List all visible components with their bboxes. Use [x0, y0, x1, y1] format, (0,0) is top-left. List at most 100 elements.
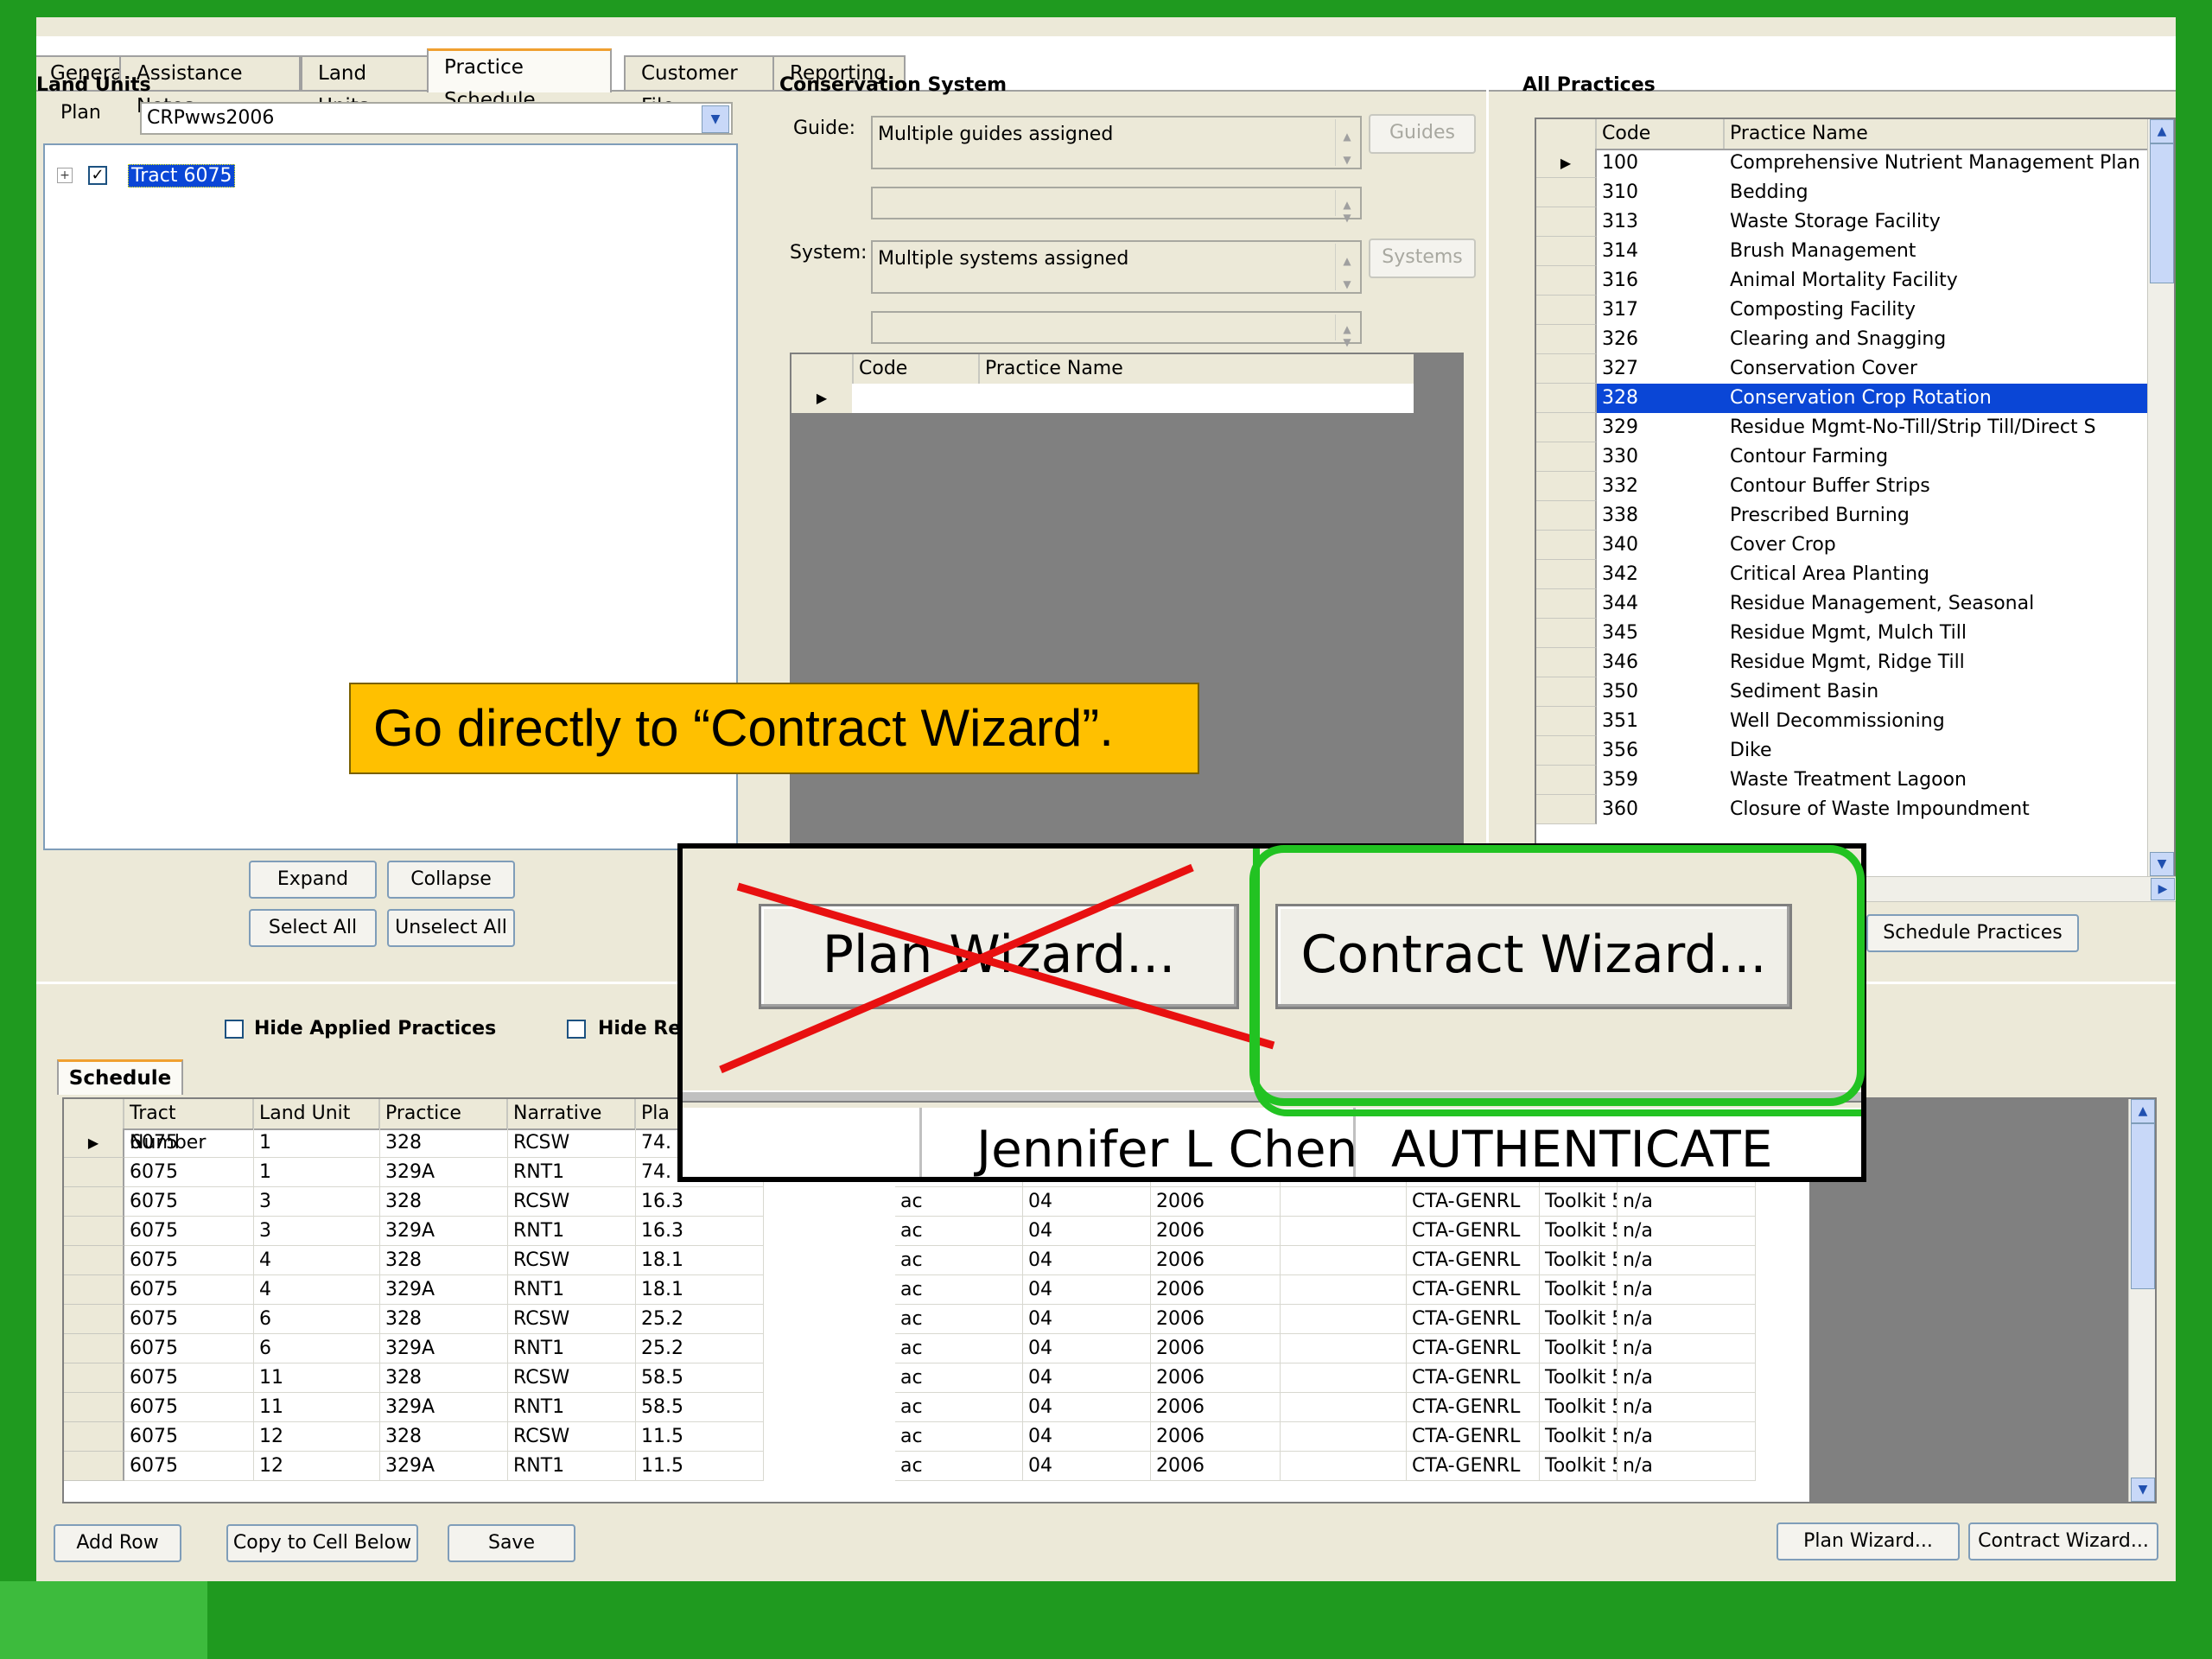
schedule-cell[interactable] — [1281, 1334, 1407, 1363]
schedule-cell[interactable]: 25.2 — [636, 1305, 764, 1334]
schedule-row[interactable]: 6075 3 329A RNT1 16.3 ac 04 2006 CTA-GENRL Toolki… — [64, 1217, 1809, 1246]
schedule-cell[interactable]: Toolkit 5.0 — [1540, 1334, 1618, 1363]
practice-row[interactable]: 328 Conservation Crop Rotation — [1536, 384, 2150, 413]
row-header[interactable] — [1536, 442, 1597, 472]
row-header[interactable] — [64, 1275, 124, 1305]
schedule-cell[interactable]: ac — [895, 1275, 1023, 1305]
row-header[interactable] — [1536, 736, 1597, 766]
schedule-cell[interactable]: CTA-GENRL — [1407, 1363, 1540, 1393]
scroll-up-icon[interactable]: ▲ — [2150, 119, 2174, 143]
practice-row[interactable]: 345 Residue Mgmt, Mulch Till — [1536, 619, 2148, 648]
schedule-row[interactable]: 6075 12 329A RNT1 11.5 ac 04 2006 CTA-GENRL Toolk… — [64, 1452, 1809, 1481]
schedule-cell[interactable]: CTA-GENRL — [1407, 1452, 1540, 1481]
schedule-cell[interactable]: Toolkit 5.0 — [1540, 1275, 1618, 1305]
schedule-row[interactable]: 6075 11 328 RCSW 58.5 ac 04 2006 CTA-GENRL Toolki… — [64, 1363, 1809, 1393]
schedule-cell[interactable]: 6075 — [124, 1158, 254, 1187]
practice-row[interactable]: 316 Animal Mortality Facility — [1536, 266, 2148, 296]
schedule-cell[interactable]: CTA-GENRL — [1407, 1393, 1540, 1422]
schedule-cell[interactable]: Toolkit 5.0 — [1540, 1217, 1618, 1246]
schedule-cell[interactable]: 6075 — [124, 1363, 254, 1393]
schedule-cell[interactable] — [1281, 1393, 1407, 1422]
guide-secondary-spin[interactable]: ▲ ▼ — [1335, 190, 1358, 224]
row-header[interactable] — [64, 1393, 124, 1422]
conservation-practices-grid[interactable]: Code Practice Name ▶ — [790, 353, 1464, 866]
schedule-cell[interactable]: Toolkit 5.0 — [1540, 1393, 1618, 1422]
practice-name-cell[interactable]: Conservation Crop Rotation — [1725, 384, 2150, 413]
schedule-cell[interactable]: Toolkit 5.0 — [1540, 1246, 1618, 1275]
practice-row[interactable]: 317 Composting Facility — [1536, 296, 2148, 325]
schedule-practices-button[interactable]: Schedule Practices — [1866, 914, 2079, 952]
practice-code-cell[interactable]: 346 — [1597, 648, 1725, 677]
save-button[interactable]: Save — [448, 1524, 575, 1562]
practice-row[interactable]: 351 Well Decommissioning — [1536, 707, 2148, 736]
grid-new-row[interactable]: ▶ — [791, 384, 1414, 413]
schedule-cell[interactable]: 329A — [380, 1452, 508, 1481]
practice-code-cell[interactable]: 351 — [1597, 707, 1725, 736]
schedule-cell[interactable]: 11 — [254, 1363, 380, 1393]
schedule-cell[interactable]: 12 — [254, 1452, 380, 1481]
schedule-cell[interactable]: 6 — [254, 1305, 380, 1334]
guides-button[interactable]: Guides — [1369, 114, 1476, 154]
schedule-row[interactable]: 6075 12 328 RCSW 11.5 ac 04 2006 CTA-GENRL Toolki… — [64, 1422, 1809, 1452]
schedule-cell[interactable]: 2006 — [1151, 1422, 1281, 1452]
row-header[interactable] — [64, 1187, 124, 1217]
row-header[interactable] — [64, 1422, 124, 1452]
practice-code-cell[interactable]: 338 — [1597, 501, 1725, 531]
schedule-tab[interactable]: Schedule — [57, 1059, 183, 1095]
practice-name-cell[interactable]: Residue Management, Seasonal — [1725, 589, 2150, 619]
practice-name-cell[interactable]: Comprehensive Nutrient Management Plan — [1725, 149, 2150, 178]
schedule-cell[interactable]: n/a — [1618, 1452, 1756, 1481]
tree-item-tract[interactable]: Tract 6075 — [128, 164, 236, 188]
practice-name-cell[interactable]: Contour Farming — [1725, 442, 2150, 472]
schedule-cell[interactable]: ac — [895, 1187, 1023, 1217]
schedule-cell[interactable]: 6075 — [124, 1452, 254, 1481]
schedule-cell[interactable]: 4 — [254, 1246, 380, 1275]
schedule-cell[interactable]: 6075 — [124, 1246, 254, 1275]
practice-row[interactable]: 327 Conservation Cover — [1536, 354, 2148, 384]
schedule-cell[interactable]: 2006 — [1151, 1393, 1281, 1422]
practice-row[interactable]: ▶ 100 Comprehensive Nutrient Management Pl… — [1536, 149, 2148, 178]
schedule-cell[interactable]: RCSW — [508, 1422, 636, 1452]
practice-name-cell[interactable]: Sediment Basin — [1725, 677, 2150, 707]
row-header[interactable] — [64, 1305, 124, 1334]
scroll-right-icon[interactable]: ▶ — [2151, 878, 2175, 900]
schedule-cell[interactable]: 04 — [1023, 1246, 1151, 1275]
practice-code-cell[interactable]: 329 — [1597, 413, 1725, 442]
row-header[interactable] — [1536, 266, 1597, 296]
row-header[interactable] — [64, 1246, 124, 1275]
plan-wizard-button[interactable]: Plan Wizard... — [1777, 1522, 1960, 1560]
schedule-cell[interactable]: n/a — [1618, 1187, 1756, 1217]
practice-code-cell[interactable]: 350 — [1597, 677, 1725, 707]
row-header[interactable] — [1536, 766, 1597, 795]
guide-secondary-field[interactable]: ▲ ▼ — [871, 187, 1362, 224]
practice-code-cell[interactable]: 360 — [1597, 795, 1725, 824]
schedule-row[interactable]: 6075 6 328 RCSW 25.2 ac 04 2006 CTA-GENRL Toolkit… — [64, 1305, 1809, 1334]
narrative-column-header[interactable]: Narrative — [508, 1099, 636, 1128]
schedule-cell[interactable]: 18.1 — [636, 1246, 764, 1275]
system-secondary-field[interactable]: ▲ ▼ — [871, 311, 1362, 348]
tab-customer-file[interactable]: Customer File — [624, 55, 779, 118]
schedule-cell[interactable]: Toolkit 5.0 — [1540, 1422, 1618, 1452]
schedule-cell[interactable]: ac — [895, 1393, 1023, 1422]
tract-number-column-header[interactable]: Tract Number — [124, 1099, 254, 1154]
practice-code-cell[interactable]: 100 — [1597, 149, 1725, 178]
row-indicator-icon[interactable]: ▶ — [1536, 149, 1597, 178]
schedule-cell[interactable]: RNT1 — [508, 1334, 636, 1363]
hide-applied-checkbox[interactable] — [225, 1020, 244, 1039]
schedule-cell[interactable]: CTA-GENRL — [1407, 1275, 1540, 1305]
schedule-cell[interactable]: Toolkit 5.0 — [1540, 1363, 1618, 1393]
schedule-cell[interactable]: Toolkit 5.0 — [1540, 1187, 1618, 1217]
row-header[interactable] — [1536, 413, 1597, 442]
schedule-cell[interactable]: 04 — [1023, 1393, 1151, 1422]
all-practices-grid[interactable]: Code Practice Name ▶ 100 Comprehensive Nut… — [1535, 118, 2176, 878]
practice-name-cell[interactable]: Conservation Cover — [1725, 354, 2150, 384]
schedule-cell[interactable]: RCSW — [508, 1305, 636, 1334]
schedule-cell[interactable]: ac — [895, 1363, 1023, 1393]
row-header[interactable] — [1536, 795, 1597, 824]
schedule-cell[interactable]: RNT1 — [508, 1217, 636, 1246]
practice-name-cell[interactable]: Closure of Waste Impoundment — [1725, 795, 2150, 824]
schedule-cell[interactable]: 12 — [254, 1422, 380, 1452]
practice-code-cell[interactable]: 314 — [1597, 237, 1725, 266]
practice-code-cell[interactable]: 326 — [1597, 325, 1725, 354]
row-header[interactable] — [1536, 560, 1597, 589]
